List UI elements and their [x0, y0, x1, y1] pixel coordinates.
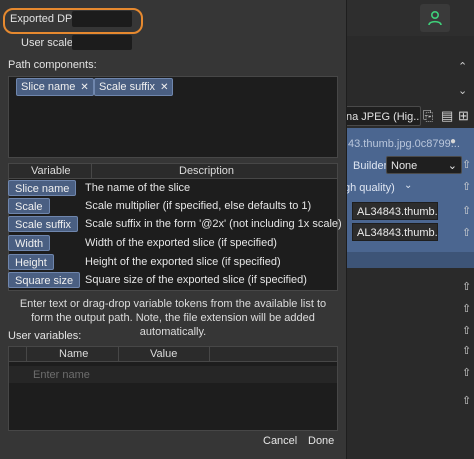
user-variables-label: User variables: — [8, 330, 82, 342]
slice-filename: 43.thumb.jpg.0c8799... — [348, 138, 460, 150]
user-variables-header: Name Value — [9, 347, 337, 362]
variable-table-header: Variable Description — [9, 164, 337, 179]
variable-slice-name[interactable]: Slice name — [8, 180, 77, 196]
column-divider — [209, 347, 210, 361]
token-scale-suffix[interactable]: Scale suffix ✕ — [94, 78, 174, 96]
path-components-label: Path components: — [8, 59, 97, 71]
path-field-1[interactable]: AL34843.thumb.j... — [352, 202, 438, 220]
variable-square-size[interactable]: Square size — [8, 272, 81, 288]
builder-select[interactable]: None ⌄ — [386, 156, 462, 174]
token-label: Scale suffix — [99, 81, 156, 93]
export-icon[interactable]: ⇧ — [462, 366, 471, 379]
variable-description: Width of the exported slice (if specifie… — [85, 237, 277, 249]
token-slice-name[interactable]: Slice name ✕ — [16, 78, 94, 96]
user-button[interactable] — [420, 4, 450, 32]
user-scale-label: User scale: — [21, 37, 77, 49]
export-icon[interactable]: ⇧ — [462, 344, 471, 357]
variable-description: Scale multiplier (if specified, else def… — [85, 200, 312, 212]
user-icon — [428, 10, 442, 26]
chevron-down-icon: ⌄ — [447, 160, 457, 172]
export-icon[interactable]: ⇧ — [462, 180, 471, 193]
export-icon[interactable]: ⇧ — [462, 204, 471, 217]
export-icon[interactable]: ⇧ — [462, 226, 471, 239]
export-icon[interactable]: ⇧ — [462, 158, 471, 171]
exported-dpi-input[interactable] — [72, 11, 132, 27]
chevron-down-icon[interactable]: ⌄ — [458, 84, 467, 97]
chevron-up-icon[interactable]: ⌃ — [458, 60, 467, 73]
grid-icon[interactable]: ⊞ — [458, 108, 469, 124]
column-name: Name — [59, 348, 89, 360]
path-field-2[interactable]: AL34843.thumb.j... — [352, 223, 438, 241]
column-divider — [91, 164, 92, 178]
variable-description: The name of the slice — [85, 182, 191, 194]
close-icon[interactable]: ✕ — [80, 82, 88, 93]
variable-scale-suffix[interactable]: Scale suffix — [8, 216, 79, 232]
export-icon[interactable]: ⎘ — [423, 108, 433, 124]
column-variable: Variable — [31, 165, 71, 177]
variable-description: Height of the exported slice (if specifi… — [85, 256, 281, 268]
format-select[interactable]: na JPEG (Hig... — [341, 106, 421, 126]
export-icon[interactable]: ⇧ — [462, 302, 471, 315]
token-label: Slice name — [21, 81, 76, 93]
column-value: Value — [150, 348, 178, 360]
export-icon[interactable]: ● — [450, 136, 456, 147]
chevron-down-icon[interactable]: ⌄ — [404, 180, 412, 191]
export-icon[interactable]: ⇧ — [462, 324, 471, 337]
export-settings-dialog: Exported DPI: User scale: Path component… — [0, 0, 347, 459]
variable-description: Scale suffix in the form '@2x' (not incl… — [85, 218, 342, 230]
column-description: Description — [179, 165, 235, 177]
user-scale-input[interactable] — [72, 35, 132, 50]
variable-scale[interactable]: Scale — [8, 198, 50, 214]
exported-dpi-label: Exported DPI: — [10, 13, 79, 25]
variable-height[interactable]: Height — [8, 254, 54, 270]
export-icon[interactable]: ⇧ — [462, 394, 471, 407]
variable-width[interactable]: Width — [8, 235, 51, 251]
column-divider — [26, 347, 27, 361]
variable-description: Square size of the exported slice (if sp… — [85, 274, 307, 286]
builder-value: None — [391, 160, 418, 172]
close-icon[interactable]: ✕ — [160, 82, 168, 93]
quality-text: gh quality) — [344, 182, 395, 194]
export-icon[interactable]: ⇧ — [462, 280, 471, 293]
delete-icon[interactable]: ▤ — [441, 108, 453, 124]
builder-label: Builder: — [353, 160, 391, 172]
cancel-button[interactable]: Cancel — [263, 435, 297, 447]
slice-selection-footer — [346, 252, 474, 268]
name-placeholder[interactable]: Enter name — [33, 369, 90, 381]
done-button[interactable]: Done — [308, 435, 334, 447]
column-divider — [118, 347, 119, 361]
user-variables-table: Name Value Enter name — [8, 346, 338, 431]
